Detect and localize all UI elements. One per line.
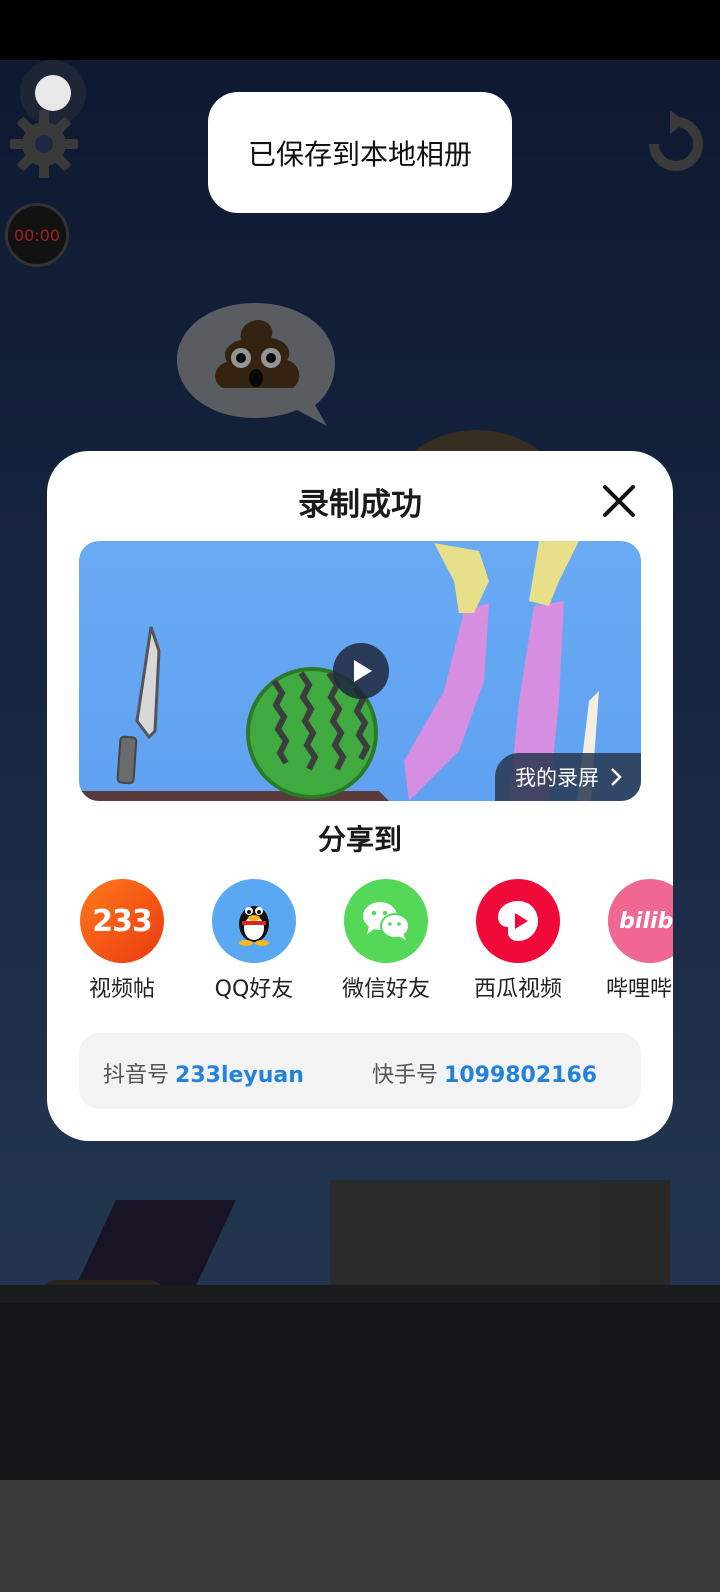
restart-icon[interactable] [640, 108, 712, 180]
share-label: 视频帖 [88, 977, 155, 1002]
play-icon [354, 660, 372, 682]
share-targets: 233 视频帖 QQ好友 微信好友 西瓜视频 bilib 哔哩哔 [79, 879, 673, 1009]
bilibili-icon: bilibi [608, 879, 673, 963]
close-icon[interactable] [593, 475, 645, 527]
share-wechat-friend[interactable]: 微信好友 [326, 879, 446, 1003]
saved-toast: 已保存到本地相册 [208, 92, 512, 213]
kuaishou-label: 快手号 [372, 1063, 439, 1088]
record-success-dialog: 录制成功 我的录屏 分享到 233 视频帖 QQ好友 微信好友 西瓜视频 bil… [47, 451, 673, 1141]
play-button[interactable] [333, 643, 389, 699]
share-label: 西瓜视频 [473, 977, 562, 1002]
douyin-id: 抖音号 233leyuan [103, 1057, 304, 1089]
gear-icon[interactable] [8, 108, 80, 180]
share-bilibili[interactable]: bilibi 哔哩哔哩 [590, 879, 673, 1003]
douyin-label: 抖音号 [103, 1063, 170, 1088]
share-233-video-post[interactable]: 233 视频帖 [62, 879, 182, 1003]
qq-penguin-icon [212, 879, 296, 963]
navigation-bar [0, 1480, 720, 1592]
record-timer: 00:00 [5, 203, 69, 267]
dialog-title: 录制成功 [298, 487, 422, 523]
my-recordings-button[interactable]: 我的录屏 [495, 753, 641, 801]
my-recordings-label: 我的录屏 [515, 766, 599, 790]
share-title: 分享到 [317, 823, 402, 856]
wechat-icon [344, 879, 428, 963]
share-label: 微信好友 [341, 977, 430, 1002]
kuaishou-id: 快手号 1099802166 [372, 1057, 597, 1089]
douyin-value: 233leyuan [175, 1063, 304, 1088]
share-qq-friend[interactable]: QQ好友 [194, 879, 314, 1003]
xigua-video-icon [476, 879, 560, 963]
share-label: 哔哩哔哩 [605, 977, 673, 1002]
recording-preview[interactable]: 我的录屏 [79, 541, 641, 801]
kuaishou-value: 1099802166 [444, 1063, 598, 1088]
status-bar [0, 0, 720, 60]
account-ids-box: 抖音号 233leyuan 快手号 1099802166 [79, 1033, 641, 1109]
233-icon: 233 [80, 879, 164, 963]
chevron-right-icon [611, 768, 622, 786]
share-label: QQ好友 [214, 977, 294, 1002]
share-xigua-video[interactable]: 西瓜视频 [458, 879, 578, 1003]
